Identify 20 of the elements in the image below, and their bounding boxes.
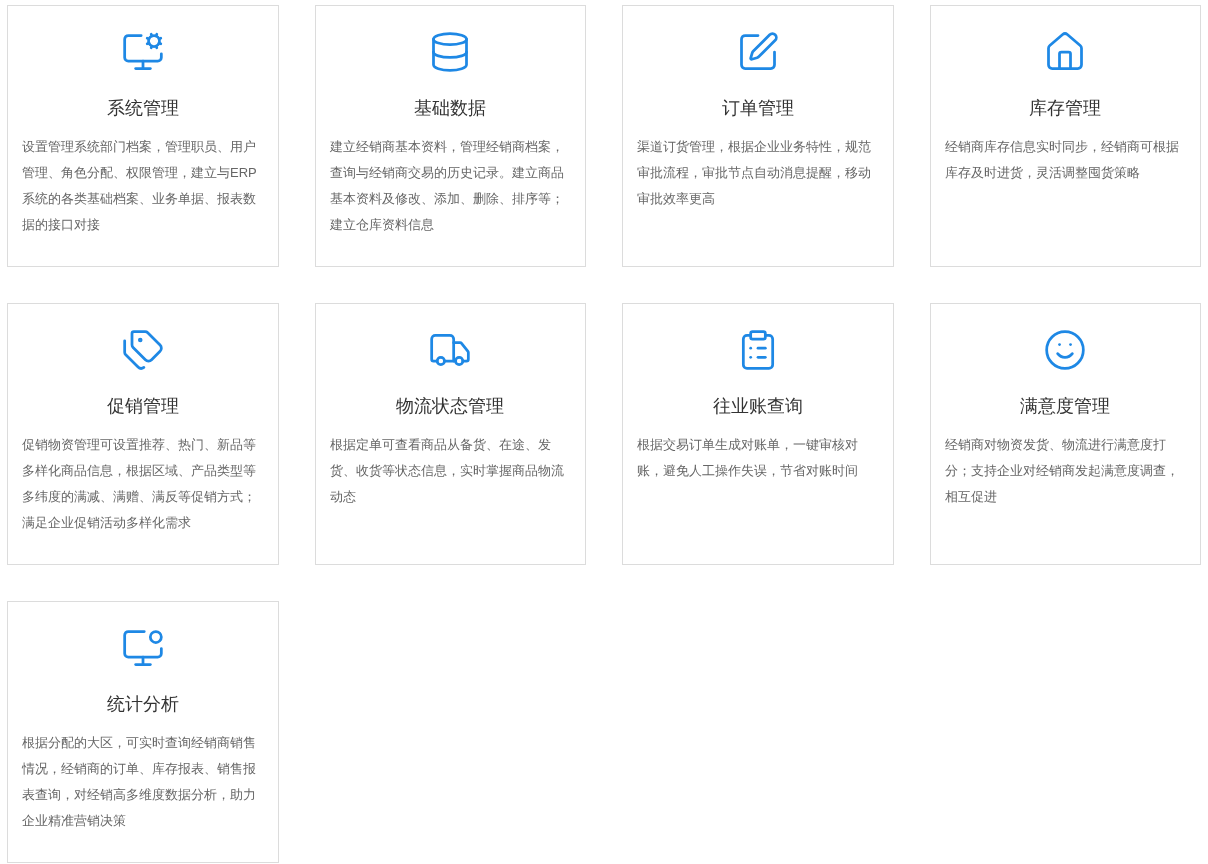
card-description: 根据定单可查看商品从备货、在途、发货、收货等状态信息，实时掌握商品物流动态 [329,436,565,506]
card-description: 经销商对物资发货、物流进行满意度打分；支持企业对经销商发起满意度调查，相互促进 [944,436,1180,506]
card-title: 订单管理 [721,97,794,120]
card-description: 设置管理系统部门档案，管理职员、用户管理、角色分配、权限管理，建立与ERP系统的各类基础档案、业务单据、报表数据的接口对接 [22,138,258,234]
card-title: 库存管理 [1029,97,1102,120]
card-description: 促销物资管理可设置推荐、热门、新品等多样化商品信息，根据区域、产品类型等多纬度的满减、满赠、满反等促销方式；满足企业促销活动多样化需求 [22,436,257,532]
card-description: 经销商库存信息实时同步，经销商可根据库存及时进货，灵活调整囤货策略 [944,138,1180,182]
card-title: 统计分析 [106,693,179,716]
card-description: 根据分配的大区，可实时查询经销商销售情况，经销商的订单、库存报表、销售报表查询，对经销高多维度数据分析，助力企业精准营销决策 [22,734,257,830]
card-description: 建立经销商基本资料，管理经销商档案，查询与经销商交易的历史记录。建立商品基本资料及修改、添加、删除、排序等；建立仓库资料信息 [329,138,565,234]
card-description: 渠道订货管理，根据企业业务特性，规范审批流程，审批节点自动消息提醒，移动审批效率更高 [637,138,872,208]
card-title: 基础数据 [414,97,487,120]
card-title: 物流状态管理 [396,395,505,418]
card-title: 往业账查询 [712,395,803,418]
smiley-face-icon [1043,328,1088,372]
card-title: 促销管理 [106,395,179,418]
card-title: 满意度管理 [1020,395,1111,418]
card-description: 根据交易订单生成对账单，一键审核对账，避免人工操作失误，节省对账时间 [637,436,859,480]
price-tag-icon [120,328,165,372]
card-title: 系统管理 [106,97,179,120]
